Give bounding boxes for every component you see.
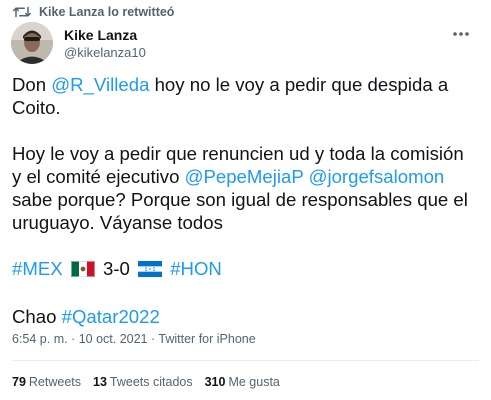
author-handle[interactable]: @kikelanza10 [64,44,146,61]
retweet-context[interactable]: Kike Lanza lo retwitteó [13,2,174,22]
mention-link[interactable]: @R_Villeda [51,74,149,95]
hashtag-link[interactable]: #Qatar2022 [62,306,160,327]
tweet-time[interactable]: 6:54 p. m. [12,332,68,346]
tweet-paragraph-4: Chao #Qatar2022 [12,305,478,328]
mexico-flag-icon [70,259,95,282]
text-segment: Don [12,74,52,95]
match-score: 3-0 [102,258,130,279]
mention-link[interactable]: @PepeMejiaP [185,166,304,187]
hashtag-link[interactable]: #MEX [12,258,63,279]
likes-stat[interactable]: 310 Me gusta [205,375,280,389]
avatar[interactable] [11,22,53,64]
tweet-source[interactable]: Twitter for iPhone [158,332,255,346]
text-segment: sabe porque? Porque son igual de respons… [12,189,468,233]
hashtag-link[interactable]: #HON [170,258,222,279]
tweet-text: Don @R_Villeda hoy no le voy a pedir que… [12,73,478,328]
honduras-flag-icon [138,259,163,282]
tweet-meta: 6:54 p. m. · 10 oct. 2021 · Twitter for … [12,332,256,346]
text-segment: y el comité ejecutivo [12,166,185,187]
tweet-date[interactable]: 10 oct. 2021 [79,332,148,346]
quotes-stat[interactable]: 13 Tweets citados [93,375,193,389]
retweet-icon [13,5,31,19]
more-icon [452,24,470,42]
tweet-paragraph-1: Don @R_Villeda hoy no le voy a pedir que… [12,73,478,119]
author-display-name[interactable]: Kike Lanza [64,27,146,44]
text-segment: Chao [12,306,62,327]
author-info[interactable]: Kike Lanza @kikelanza10 [64,27,146,61]
retweets-stat[interactable]: 79 Retweets [12,375,81,389]
mention-link[interactable]: @jorgefsalomon [309,166,445,187]
divider [12,360,479,361]
score-line: #MEX 3-0 #HON [12,257,478,282]
text-segment: Hoy le voy a pedir que renuncien ud y to… [12,143,464,164]
tweet-stats: 79 Retweets 13 Tweets citados 310 Me gusta [12,375,280,389]
retweet-label: Kike Lanza lo retwitteó [39,5,175,19]
tweet-paragraph-2: Hoy le voy a pedir que renuncien ud y to… [12,142,478,234]
more-options-button[interactable] [447,22,475,44]
